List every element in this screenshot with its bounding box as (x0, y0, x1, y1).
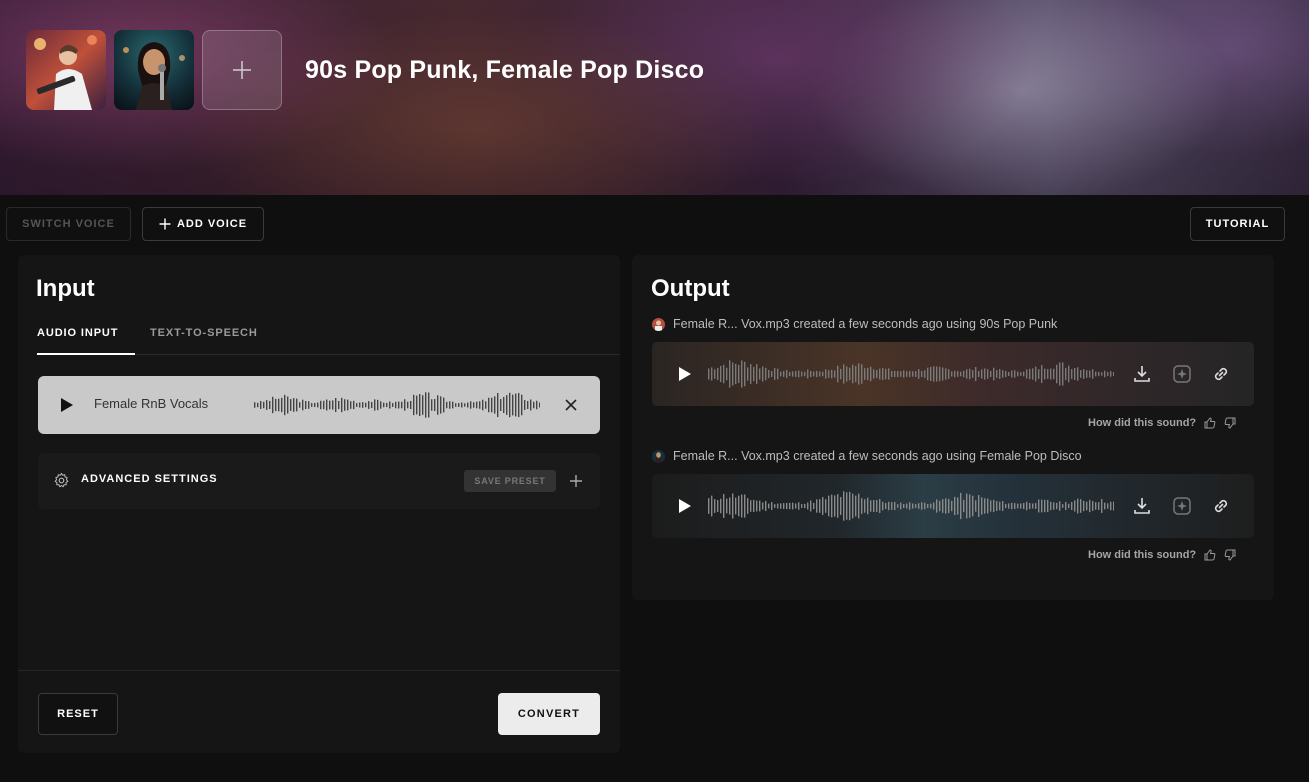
banner-shade (0, 0, 1309, 195)
output-player (652, 474, 1254, 538)
reset-button[interactable]: RESET (38, 693, 118, 735)
link-icon (1214, 499, 1228, 513)
thumbs-down-icon (1224, 549, 1236, 561)
output-filename: Female R... Vox.mp3 (673, 449, 790, 463)
input-title: Input (36, 275, 95, 302)
download-button[interactable] (1131, 495, 1153, 517)
feedback-prompt: How did this sound? (1088, 549, 1197, 561)
output-item-meta: Female R... Vox.mp3 created a few second… (652, 449, 1082, 463)
copy-link-button[interactable] (1210, 363, 1232, 385)
output-created-text: created a few seconds ago using (793, 449, 976, 463)
save-preset-button[interactable]: SAVE PRESET (464, 470, 556, 492)
output-title: Output (651, 275, 730, 302)
voice-avatar-female-pop-disco[interactable] (114, 30, 194, 110)
convert-button[interactable]: CONVERT (498, 693, 600, 735)
thumbs-up-icon (1204, 549, 1216, 561)
output-created-text: created a few seconds ago using (793, 317, 976, 331)
output-player (652, 342, 1254, 406)
sparkle-icon (1173, 497, 1191, 515)
enhance-button[interactable] (1171, 363, 1193, 385)
input-footer-divider (18, 670, 620, 671)
advanced-settings-label: ADVANCED SETTINGS (81, 473, 218, 485)
voice-mini-avatar (652, 317, 665, 331)
input-panel: Input AUDIO INPUT TEXT-TO-SPEECH Female … (18, 255, 620, 753)
input-tabs: AUDIO INPUT TEXT-TO-SPEECH (36, 325, 620, 355)
sparkle-icon (1173, 365, 1191, 383)
tutorial-label: TUTORIAL (1205, 218, 1270, 230)
voice-avatar-90s-pop-punk[interactable] (26, 30, 106, 110)
tutorial-button[interactable]: TUTORIAL (1190, 207, 1285, 241)
output-filename: Female R... Vox.mp3 (673, 317, 790, 331)
thumbs-up-icon (1204, 417, 1216, 429)
page-title: 90s Pop Punk, Female Pop Disco (305, 56, 705, 84)
thumbs-up-button[interactable] (1204, 417, 1216, 429)
waveform-icon (708, 360, 1114, 388)
output-item-meta: Female R... Vox.mp3 created a few second… (652, 317, 1057, 331)
thumbs-up-button[interactable] (1204, 549, 1216, 561)
play-icon[interactable] (678, 366, 692, 382)
add-voice-tile[interactable] (202, 30, 282, 110)
plus-icon[interactable] (569, 474, 583, 488)
enhance-button[interactable] (1171, 495, 1193, 517)
play-icon[interactable] (60, 397, 74, 413)
guitarist-photo-icon (26, 30, 106, 110)
tab-text-to-speech[interactable]: TEXT-TO-SPEECH (150, 325, 270, 355)
gear-icon (54, 472, 69, 488)
close-icon[interactable] (565, 399, 577, 411)
tab-audio-input[interactable]: AUDIO INPUT (37, 325, 135, 355)
download-icon (1134, 498, 1150, 514)
copy-link-button[interactable] (1210, 495, 1232, 517)
output-panel: Output Female R... Vox.mp3 created a few… (632, 255, 1274, 600)
plus-icon (159, 218, 171, 230)
switch-voice-label: SWITCH VOICE (22, 218, 115, 230)
thumbs-down-button[interactable] (1224, 549, 1236, 561)
audio-file-name: Female RnB Vocals (94, 396, 209, 411)
download-button[interactable] (1131, 363, 1153, 385)
switch-voice-button[interactable]: SWITCH VOICE (6, 207, 131, 241)
link-icon (1214, 367, 1228, 381)
feedback-row: How did this sound? (1088, 549, 1236, 561)
audio-input-file: Female RnB Vocals (38, 376, 600, 434)
feedback-prompt: How did this sound? (1088, 417, 1197, 429)
thumbs-down-button[interactable] (1224, 417, 1236, 429)
download-icon (1134, 366, 1150, 382)
add-voice-button[interactable]: ADD VOICE (142, 207, 264, 241)
feedback-row: How did this sound? (1088, 417, 1236, 429)
output-voice-name: 90s Pop Punk (979, 317, 1058, 331)
singer-photo-icon (114, 30, 194, 110)
plus-icon (233, 61, 251, 79)
output-voice-name: Female Pop Disco (979, 449, 1082, 463)
voice-mini-avatar (652, 449, 665, 463)
voice-header-banner: 90s Pop Punk, Female Pop Disco (0, 0, 1309, 195)
add-voice-label: ADD VOICE (176, 218, 248, 230)
advanced-settings-row[interactable]: ADVANCED SETTINGS SAVE PRESET (38, 453, 600, 509)
waveform-icon (254, 392, 540, 418)
play-icon[interactable] (678, 498, 692, 514)
thumbs-down-icon (1224, 417, 1236, 429)
waveform-icon (708, 491, 1114, 521)
